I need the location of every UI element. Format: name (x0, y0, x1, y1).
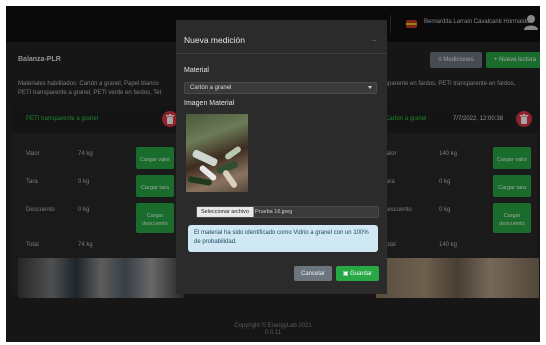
app-screen: Bernardita Larrain Cavalcanti Hormaldo B… (6, 6, 540, 342)
material-select-value: Cartón a granel (190, 85, 232, 91)
modal-footer: Cancelar ▣ Guardar (176, 256, 387, 294)
select-file-button[interactable]: Seleccionar archivo (197, 207, 254, 217)
save-button[interactable]: ▣ Guardar (336, 266, 379, 281)
file-name: Prueba 16.jpeg (255, 209, 293, 215)
modal-title: Nueva medición (184, 35, 245, 45)
image-label: Imagen Material (184, 100, 235, 107)
close-icon[interactable]: .. (372, 34, 376, 43)
identification-alert: El material ha sido identificado como Vi… (188, 225, 378, 252)
image-preview (186, 114, 248, 192)
alert-text: El material ha sido identificado como Vi… (194, 230, 369, 245)
material-select[interactable]: Cartón a granel (184, 82, 377, 94)
file-input[interactable]: Seleccionar archivo Prueba 16.jpeg (196, 206, 379, 218)
save-label: Guardar (350, 271, 373, 277)
material-label: Material (184, 67, 209, 74)
nueva-medicion-modal: Nueva medición .. Material Cartón a gran… (176, 20, 387, 294)
chevron-down-icon (368, 86, 372, 89)
modal-header: Nueva medición .. (176, 20, 387, 54)
cancel-button[interactable]: Cancelar (294, 266, 332, 281)
